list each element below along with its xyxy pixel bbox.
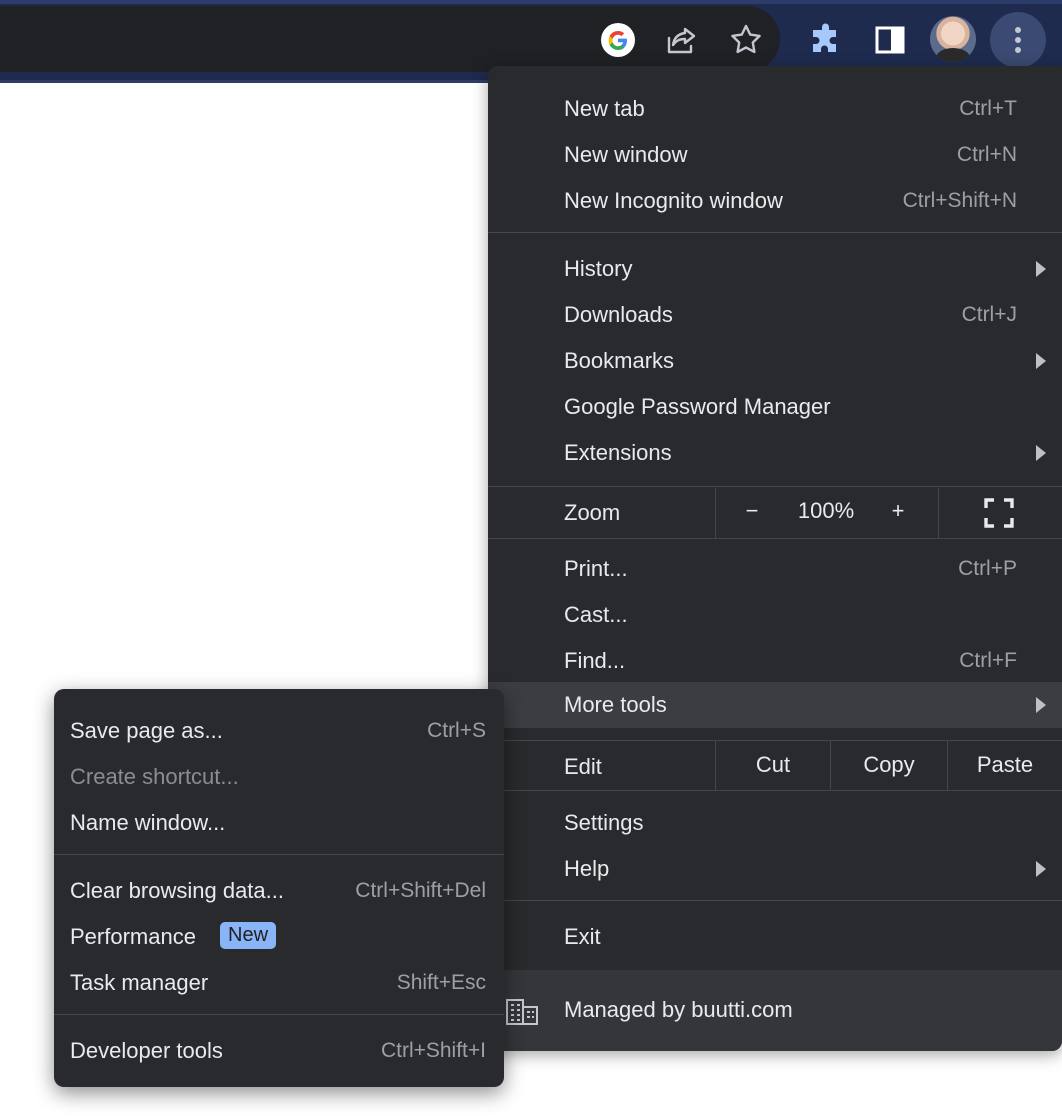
toolbar-accent-strip [0,0,1062,4]
building-icon [506,999,538,1025]
avatar-shirt [936,48,970,62]
zoom-label: Zoom [564,500,621,525]
profile-avatar[interactable] [930,16,976,62]
submenu-item-performance[interactable]: Performance New [54,914,504,960]
paste-button[interactable]: Paste [948,752,1062,778]
menu-item-find[interactable]: Find... Ctrl+F [488,638,1062,684]
menu-separator [488,538,1062,539]
zoom-level-value: 100% [797,498,855,523]
menu-item-label: More tools [564,692,667,717]
managed-by-label: Managed by buutti.com [564,997,793,1022]
zoom-divider [715,488,716,538]
kebab-menu-icon[interactable] [990,12,1046,68]
menu-item-label: Cast... [564,602,628,627]
side-panel-icon[interactable] [866,16,914,64]
menu-separator [488,486,1062,487]
google-icon[interactable] [594,16,642,64]
submenu-arrow-icon [1036,261,1046,277]
zoom-out-button[interactable]: − [742,498,762,524]
submenu-item-label: Clear browsing data... [70,878,284,903]
menu-item-label: New tab [564,96,645,121]
menu-item-new-tab[interactable]: New tab Ctrl+T [488,86,1062,132]
chrome-main-menu: New tab Ctrl+T New window Ctrl+N New Inc… [488,66,1062,1051]
menu-item-label: New Incognito window [564,188,783,213]
menu-item-label: History [564,256,633,281]
submenu-item-create-shortcut: Create shortcut... [54,754,504,800]
bookmark-star-icon[interactable] [722,16,770,64]
menu-item-new-incognito-window[interactable]: New Incognito window Ctrl+Shift+N [488,178,1062,224]
menu-item-label: Find... [564,648,626,673]
submenu-item-shortcut: Ctrl+Shift+Del [355,879,486,902]
menu-item-label: Google Password Manager [564,394,831,419]
menu-separator [488,790,1062,791]
managed-by-row[interactable]: Managed by buutti.com [488,970,1062,1051]
submenu-item-name-window[interactable]: Name window... [54,800,504,846]
submenu-separator [54,1014,504,1015]
menu-item-bookmarks[interactable]: Bookmarks [488,338,1062,384]
menu-item-label: Downloads [564,302,673,327]
menu-item-new-window[interactable]: New window Ctrl+N [488,132,1062,178]
menu-item-more-tools[interactable]: More tools [488,682,1062,728]
menu-item-shortcut: Ctrl+J [961,303,1017,326]
menu-item-exit[interactable]: Exit [488,914,1062,960]
menu-item-google-password-manager[interactable]: Google Password Manager [488,384,1062,430]
extensions-puzzle-icon[interactable] [802,16,850,64]
submenu-item-label: Name window... [70,810,226,835]
submenu-arrow-icon [1036,697,1046,713]
submenu-item-label: Task manager [70,970,209,995]
submenu-arrow-icon [1036,445,1046,461]
menu-item-label: Extensions [564,440,672,465]
edit-label: Edit [564,754,602,779]
menu-item-settings[interactable]: Settings [488,800,1062,846]
menu-separator [488,900,1062,901]
menu-item-print[interactable]: Print... Ctrl+P [488,546,1062,592]
menu-item-help[interactable]: Help [488,846,1062,892]
submenu-item-save-page-as[interactable]: Save page as... Ctrl+S [54,708,504,754]
fullscreen-icon[interactable] [984,498,1014,528]
menu-item-label: Help [564,856,610,881]
menu-item-extensions[interactable]: Extensions [488,430,1062,476]
menu-item-shortcut: Ctrl+T [959,97,1017,120]
submenu-item-task-manager[interactable]: Task manager Shift+Esc [54,960,504,1006]
menu-item-label: Exit [564,924,601,949]
zoom-row: Zoom − 100% + [488,488,1062,538]
menu-item-shortcut: Ctrl+F [959,649,1017,672]
more-tools-submenu: Save page as... Ctrl+S Create shortcut..… [54,689,504,1087]
menu-item-label: New window [564,142,688,167]
submenu-separator [54,854,504,855]
zoom-divider [938,488,939,538]
submenu-arrow-icon [1036,353,1046,369]
menu-item-downloads[interactable]: Downloads Ctrl+J [488,292,1062,338]
submenu-arrow-icon [1036,861,1046,877]
zoom-in-button[interactable]: + [888,498,908,524]
menu-item-shortcut: Ctrl+Shift+N [902,189,1017,212]
submenu-item-shortcut: Ctrl+Shift+I [380,1039,486,1062]
menu-item-label: Bookmarks [564,348,675,373]
submenu-item-label: Create shortcut... [70,764,239,789]
share-icon[interactable] [658,16,706,64]
menu-item-shortcut: Ctrl+N [956,143,1017,166]
submenu-item-label: Save page as... [70,718,223,743]
edit-row: Edit Cut Copy Paste [488,741,1062,791]
copy-button[interactable]: Copy [831,752,947,778]
submenu-item-clear-browsing-data[interactable]: Clear browsing data... Ctrl+Shift+Del [54,868,504,914]
menu-separator [488,232,1062,233]
menu-item-label: Settings [564,810,644,835]
submenu-item-shortcut: Ctrl+S [427,719,486,742]
menu-item-label: Print... [564,556,628,581]
submenu-item-developer-tools[interactable]: Developer tools Ctrl+Shift+I [54,1028,504,1074]
submenu-item-label: Developer tools [70,1038,223,1063]
menu-item-history[interactable]: History [488,246,1062,292]
menu-item-cast[interactable]: Cast... [488,592,1062,638]
submenu-item-shortcut: Shift+Esc [396,971,486,994]
cut-button[interactable]: Cut [716,752,830,778]
menu-item-shortcut: Ctrl+P [958,557,1017,580]
new-badge: New [220,922,277,949]
submenu-item-label: Performance [70,924,196,949]
